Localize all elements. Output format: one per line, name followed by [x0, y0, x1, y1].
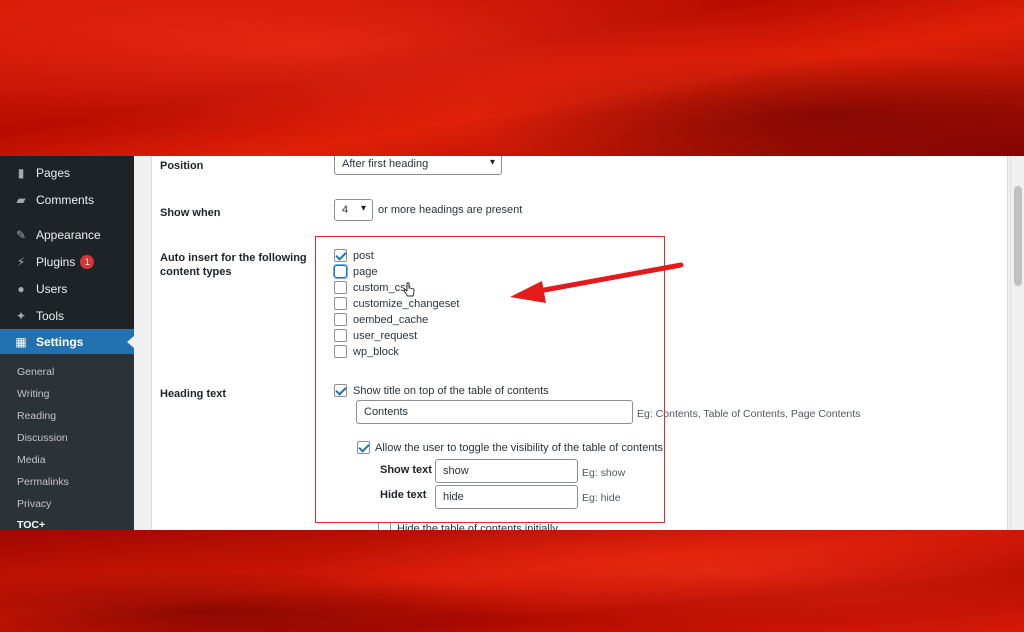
settings-panel: Position After first heading ▾ Show when…: [151, 156, 1008, 530]
pages-icon: ▮: [17, 166, 25, 180]
sidebar-item-plugins[interactable]: ⚡ Plugins 1: [0, 249, 134, 275]
submenu-media[interactable]: Media: [17, 454, 46, 466]
comments-icon: ▰: [16, 193, 26, 207]
submenu-permalinks[interactable]: Permalinks: [17, 476, 69, 488]
red-arrow-icon: [510, 262, 684, 303]
page-scrollbar[interactable]: [1010, 156, 1024, 530]
plugins-icon: ⚡: [16, 255, 26, 269]
submenu-writing[interactable]: Writing: [17, 388, 49, 400]
sidebar-item-appearance[interactable]: ✎ Appearance: [0, 222, 134, 248]
submenu-toc-plus[interactable]: TOC+: [17, 519, 45, 530]
appearance-icon: ✎: [15, 228, 27, 242]
chevron-down-icon: ▾: [489, 157, 495, 168]
settings-submenu: General Writing Reading Discussion Media…: [0, 354, 134, 530]
main-content: Position After first heading ▾ Show when…: [134, 156, 1024, 530]
active-indicator: [127, 336, 134, 348]
sidebar-item-users[interactable]: ● Users: [0, 276, 134, 302]
sidebar-item-tools[interactable]: ✦ Tools: [0, 303, 134, 329]
submenu-reading[interactable]: Reading: [17, 410, 56, 422]
heading-text-label: Heading text: [160, 388, 227, 400]
screen: ▮ Pages ▰ Comments ✎ Appearance ⚡ Plugin…: [0, 156, 1024, 530]
settings-icon: ▦: [15, 335, 27, 349]
hide-initially-checkbox-label: Hide the table of contents initially: [397, 523, 558, 530]
hand-cursor-icon: [403, 282, 415, 297]
plugins-update-badge: 1: [80, 255, 95, 269]
position-label: Position: [160, 160, 204, 172]
show-when-label: Show when: [160, 207, 221, 219]
heading-title-hint: Eg: Contents, Table of Contents, Page Co…: [637, 408, 861, 420]
red-background-bottom: [0, 530, 1024, 632]
sidebar-item-settings[interactable]: ▦ Settings: [0, 329, 134, 355]
sidebar-item-comments[interactable]: ▰ Comments: [0, 187, 134, 213]
tools-icon: ✦: [15, 309, 27, 323]
hide-initially-checkbox[interactable]: [378, 522, 391, 530]
position-select[interactable]: After first heading ▾: [334, 156, 502, 175]
sidebar-item-pages[interactable]: ▮ Pages: [0, 160, 134, 186]
heading-count-select[interactable]: 4 ▾: [334, 199, 373, 221]
chevron-down-icon: ▾: [360, 203, 366, 214]
scrollbar-thumb[interactable]: [1014, 186, 1022, 286]
show-when-suffix: or more headings are present: [378, 204, 523, 216]
submenu-privacy[interactable]: Privacy: [17, 498, 51, 510]
auto-insert-label: Auto insert for the following content ty…: [160, 252, 307, 278]
submenu-discussion[interactable]: Discussion: [17, 432, 68, 444]
red-background-top: [0, 0, 1024, 156]
admin-sidebar: ▮ Pages ▰ Comments ✎ Appearance ⚡ Plugin…: [0, 156, 134, 530]
submenu-general[interactable]: General: [17, 366, 54, 378]
users-icon: ●: [17, 282, 25, 296]
